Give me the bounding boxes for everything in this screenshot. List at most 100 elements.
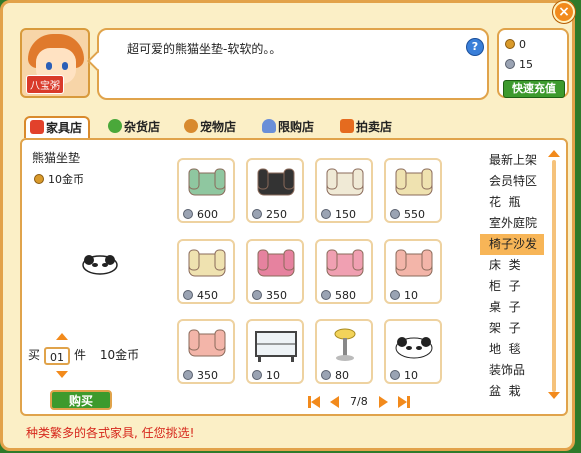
item-price: 550 (390, 208, 425, 221)
item-price: 580 (321, 289, 356, 302)
item-price: 10 (252, 369, 280, 382)
item-price: 80 (321, 369, 349, 382)
price-value: 150 (335, 208, 356, 221)
item-price: 10 (390, 369, 418, 382)
price-value: 10 (404, 369, 418, 382)
item-price: 350 (183, 369, 218, 382)
category-item[interactable]: 花 瓶 (480, 192, 544, 213)
quantity-input[interactable]: 01 (44, 346, 71, 365)
item-card[interactable]: 10 (246, 319, 304, 384)
item-card[interactable]: 10 (384, 319, 442, 384)
category-item[interactable]: 柜 子 (480, 276, 544, 297)
item-card[interactable]: 250 (246, 158, 304, 223)
hammer-icon (340, 119, 354, 133)
shop-panel: 熊猫坐垫 10金币 买 01 件 10金币 购买 600 250 150 550 450 35… (20, 138, 568, 416)
panda-cushion-icon (390, 324, 438, 366)
price-value: 350 (266, 289, 287, 302)
tab-pet[interactable]: 宠物店 (184, 116, 236, 138)
scroll-down-arrow[interactable] (548, 392, 560, 399)
tab-limited[interactable]: 限购店 (262, 116, 314, 138)
category-item[interactable]: 室外庭院 (480, 213, 544, 234)
silver-coin-icon (505, 59, 515, 69)
item-card[interactable]: 600 (177, 158, 235, 223)
green-monster-chair-icon (183, 163, 231, 205)
tab-label: 限购店 (278, 120, 315, 134)
item-card[interactable]: 80 (315, 319, 373, 384)
price-value: 80 (335, 369, 349, 382)
item-price: 250 (252, 208, 287, 221)
tab-label: 拍卖店 (356, 120, 393, 134)
item-card[interactable]: 450 (177, 239, 235, 304)
silver-balance: 15 (505, 58, 533, 71)
item-card[interactable]: 350 (177, 319, 235, 384)
last-page-button[interactable] (397, 395, 410, 408)
selected-item-price: 10金币 (34, 171, 84, 187)
category-scrollbar[interactable] (548, 150, 560, 400)
category-item[interactable]: 桌 子 (480, 297, 544, 318)
tab-furniture[interactable]: 家具店 (24, 116, 91, 138)
figure-icon (262, 119, 276, 133)
clover-icon (108, 119, 122, 133)
item-price: 10 (390, 289, 418, 302)
first-page-button[interactable] (308, 395, 320, 408)
coin-icon (34, 174, 44, 184)
page-indicator: 7/8 (350, 395, 368, 408)
npc-avatar: 八宝粥 (20, 28, 90, 98)
tab-label: 宠物店 (200, 120, 237, 134)
price-value: 450 (197, 289, 218, 302)
pink-checkered-chair-icon (390, 244, 438, 286)
price-value: 550 (404, 208, 425, 221)
category-item[interactable]: 最新上架 (480, 150, 544, 171)
recharge-button[interactable]: 快速充值 (503, 80, 565, 98)
item-card[interactable]: 550 (384, 158, 442, 223)
price-value: 600 (197, 208, 218, 221)
dog-icon (184, 119, 198, 133)
black-office-chair-icon (252, 163, 300, 205)
category-item[interactable]: 椅子沙发 (480, 234, 544, 255)
qty-up-arrow[interactable] (56, 333, 68, 340)
item-price: 450 (183, 289, 218, 302)
scroll-up-arrow[interactable] (548, 150, 560, 157)
help-icon[interactable]: ? (466, 38, 484, 56)
category-item[interactable]: 盆 栽 (480, 381, 544, 402)
tab-grocery[interactable]: 杂货店 (108, 116, 160, 138)
close-button[interactable]: × (553, 1, 575, 23)
item-price: 350 (252, 289, 287, 302)
pager: 7/8 (308, 395, 410, 408)
item-card[interactable]: 580 (315, 239, 373, 304)
category-item[interactable]: 地 毯 (480, 339, 544, 360)
speech-bubble: 超可爱的熊猫坐垫-软软的。。 ? (87, 28, 489, 100)
beige-sofa-icon (390, 163, 438, 205)
left-eye (46, 62, 52, 70)
price-value: 580 (335, 289, 356, 302)
item-price: 150 (321, 208, 356, 221)
speech-text: 超可爱的熊猫坐垫-软软的。。 (127, 42, 282, 56)
category-item[interactable]: 装饰品 (480, 360, 544, 381)
gold-balance: 0 (505, 38, 526, 51)
silver-coin-icon (252, 370, 262, 380)
tab-label: 家具店 (46, 121, 83, 135)
white-armchair-icon (321, 163, 369, 205)
item-card[interactable]: 350 (246, 239, 304, 304)
beige-couch-icon (183, 244, 231, 286)
buy-button[interactable]: 购买 (50, 390, 112, 410)
yellow-table-icon (321, 324, 369, 366)
item-card[interactable]: 10 (384, 239, 442, 304)
panda-cushion-preview (82, 255, 118, 275)
scroll-track[interactable] (552, 160, 556, 392)
npc-name-tag: 八宝粥 (26, 75, 64, 94)
category-item[interactable]: 床 类 (480, 255, 544, 276)
item-card[interactable]: 150 (315, 158, 373, 223)
qty-label: 买 (28, 348, 41, 362)
house-icon (30, 120, 44, 134)
gold-coin-icon (505, 39, 515, 49)
category-item[interactable]: 会员特区 (480, 171, 544, 192)
qty-down-arrow[interactable] (56, 371, 68, 378)
next-page-button[interactable] (379, 396, 389, 408)
price-value: 350 (197, 369, 218, 382)
category-item[interactable]: 架 子 (480, 318, 544, 339)
qty-unit: 件 (74, 348, 87, 362)
silver-coin-icon (252, 290, 262, 300)
tab-auction[interactable]: 拍卖店 (340, 116, 392, 138)
prev-page-button[interactable] (329, 396, 339, 408)
